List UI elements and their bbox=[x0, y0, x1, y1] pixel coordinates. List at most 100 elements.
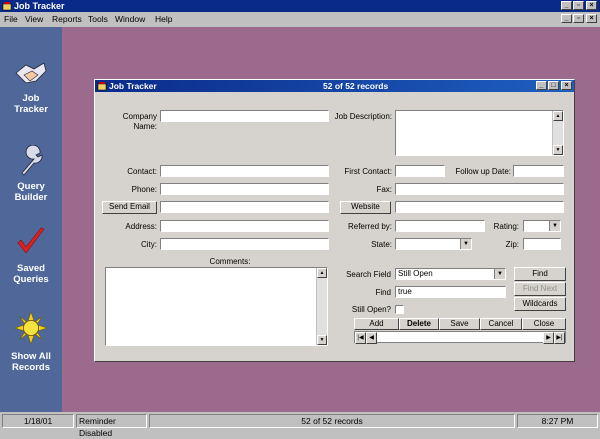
sidebar-label-queries: Queries bbox=[13, 274, 49, 285]
follow-up-date-label: Follow up Date: bbox=[455, 167, 511, 176]
zip-label: Zip: bbox=[505, 240, 519, 249]
find-label: Find bbox=[375, 288, 391, 297]
search-field-select[interactable]: Still Open ▼ bbox=[395, 268, 506, 280]
record-navigator: |◀ ◀ ▶ ▶| bbox=[354, 331, 566, 344]
status-bar: 1/18/01 Reminder Disabled 52 of 52 recor… bbox=[0, 412, 600, 438]
sidebar-label-tracker: Tracker bbox=[14, 104, 48, 115]
job-description-scrollbar[interactable]: ▲ ▼ bbox=[552, 111, 563, 155]
app-title-bar: Job Tracker _ ▫ × bbox=[0, 0, 600, 12]
company-name-field[interactable] bbox=[160, 110, 329, 122]
status-reminder: Reminder Disabled bbox=[76, 414, 147, 438]
comments-label: Comments: bbox=[209, 257, 251, 266]
status-records: 52 of 52 records bbox=[149, 414, 515, 428]
menu-file[interactable]: File bbox=[4, 14, 18, 24]
website-button[interactable]: Website bbox=[340, 201, 391, 214]
window-title-bar: Job Tracker 52 of 52 records _ □ × bbox=[95, 80, 574, 92]
sidebar-label-builder: Builder bbox=[14, 192, 48, 203]
job-description-field[interactable]: ▲ ▼ bbox=[395, 110, 564, 156]
address-field[interactable] bbox=[160, 220, 329, 232]
find-button[interactable]: Find bbox=[514, 267, 566, 281]
comments-field[interactable]: ▲ ▼ bbox=[105, 267, 328, 346]
rating-dropdown-icon[interactable]: ▼ bbox=[549, 221, 560, 231]
rating-select[interactable]: ▼ bbox=[523, 220, 561, 232]
first-contact-field[interactable] bbox=[395, 165, 445, 177]
window-maximize-button[interactable]: □ bbox=[548, 81, 559, 90]
status-date: 1/18/01 bbox=[2, 414, 74, 428]
save-button[interactable]: Save bbox=[439, 318, 480, 330]
sidebar-item-saved-queries[interactable]: Saved Queries bbox=[0, 227, 62, 292]
menu-bar: File View Reports Tools Window Help _ ▫ … bbox=[0, 12, 600, 26]
city-field[interactable] bbox=[160, 238, 329, 250]
email-field[interactable] bbox=[160, 201, 329, 213]
handshake-icon bbox=[15, 62, 47, 84]
sidebar-label-job: Job bbox=[22, 93, 40, 104]
state-label: State: bbox=[371, 240, 392, 249]
search-field-value: Still Open bbox=[398, 269, 433, 278]
scroll-down-icon[interactable]: ▼ bbox=[553, 145, 563, 155]
add-button[interactable]: Add bbox=[354, 318, 399, 330]
find-next-button[interactable]: Find Next bbox=[514, 282, 566, 296]
minimize-button[interactable]: _ bbox=[561, 1, 572, 10]
sidebar-label-show-all: Show All bbox=[11, 351, 51, 362]
menu-reports[interactable]: Reports bbox=[52, 14, 82, 24]
previous-record-icon[interactable]: ◀ bbox=[366, 332, 377, 344]
mdi-close-button[interactable]: × bbox=[586, 14, 597, 23]
still-open-label: Still Open? bbox=[351, 305, 391, 314]
window-record-count: 52 of 52 records bbox=[323, 81, 389, 91]
sidebar-item-job-tracker[interactable]: Job Tracker bbox=[0, 57, 62, 122]
comments-scrollbar[interactable]: ▲ ▼ bbox=[316, 268, 327, 345]
scroll-up-icon[interactable]: ▲ bbox=[553, 111, 563, 121]
job-description-label: Job Description: bbox=[334, 112, 392, 121]
close-window-button[interactable]: × bbox=[586, 1, 597, 10]
cancel-button[interactable]: Cancel bbox=[480, 318, 522, 330]
first-record-icon[interactable]: |◀ bbox=[355, 332, 366, 344]
search-field-dropdown-icon[interactable]: ▼ bbox=[494, 269, 505, 279]
delete-button[interactable]: Delete bbox=[399, 318, 439, 330]
restore-button[interactable]: ▫ bbox=[573, 1, 584, 10]
menu-tools[interactable]: Tools bbox=[88, 14, 108, 24]
fax-field[interactable] bbox=[395, 183, 564, 195]
checkmark-icon bbox=[17, 227, 45, 254]
mdi-restore-button[interactable]: ▫ bbox=[573, 14, 584, 23]
sun-icon bbox=[14, 312, 48, 344]
menu-help[interactable]: Help bbox=[155, 14, 172, 24]
job-tracker-window: Job Tracker 52 of 52 records _ □ × Compa… bbox=[94, 79, 575, 362]
window-close-button[interactable]: × bbox=[561, 81, 572, 90]
close-button[interactable]: Close bbox=[522, 318, 566, 330]
last-record-icon[interactable]: ▶| bbox=[554, 332, 565, 344]
fax-label: Fax: bbox=[376, 185, 392, 194]
window-title: Job Tracker bbox=[109, 81, 157, 91]
comments-scroll-up-icon[interactable]: ▲ bbox=[317, 268, 327, 278]
status-time: 8:27 PM bbox=[517, 414, 598, 428]
first-contact-label: First Contact: bbox=[344, 167, 392, 176]
mdi-minimize-button[interactable]: _ bbox=[561, 14, 572, 23]
state-select[interactable]: ▼ bbox=[395, 238, 472, 250]
rating-label: Rating: bbox=[493, 222, 519, 231]
menu-window[interactable]: Window bbox=[115, 14, 145, 24]
state-dropdown-icon[interactable]: ▼ bbox=[460, 239, 471, 249]
app-icon bbox=[2, 2, 12, 11]
next-record-icon[interactable]: ▶ bbox=[543, 332, 554, 344]
zip-field[interactable] bbox=[523, 238, 561, 250]
find-input[interactable]: true bbox=[395, 286, 506, 298]
sidebar-item-show-all-records[interactable]: Show All Records bbox=[0, 312, 62, 382]
contact-label: Contact: bbox=[127, 167, 157, 176]
menu-view[interactable]: View bbox=[25, 14, 43, 24]
website-field[interactable] bbox=[395, 201, 564, 213]
company-name-label: Company Name: bbox=[122, 112, 157, 131]
window-minimize-button[interactable]: _ bbox=[536, 81, 547, 90]
phone-field[interactable] bbox=[160, 183, 329, 195]
send-email-button[interactable]: Send Email bbox=[102, 201, 157, 214]
address-label: Address: bbox=[125, 222, 157, 231]
still-open-checkbox[interactable] bbox=[395, 305, 404, 314]
follow-up-date-field[interactable] bbox=[513, 165, 564, 177]
wildcards-button[interactable]: Wildcards bbox=[514, 297, 566, 311]
wrench-icon bbox=[21, 145, 43, 176]
city-label: City: bbox=[141, 240, 157, 249]
comments-scroll-down-icon[interactable]: ▼ bbox=[317, 335, 327, 345]
window-icon bbox=[97, 82, 107, 91]
sidebar-item-query-builder[interactable]: Query Builder bbox=[0, 145, 62, 210]
referred-by-field[interactable] bbox=[395, 220, 485, 232]
contact-field[interactable] bbox=[160, 165, 329, 177]
sidebar-label-records: Records bbox=[11, 362, 50, 373]
